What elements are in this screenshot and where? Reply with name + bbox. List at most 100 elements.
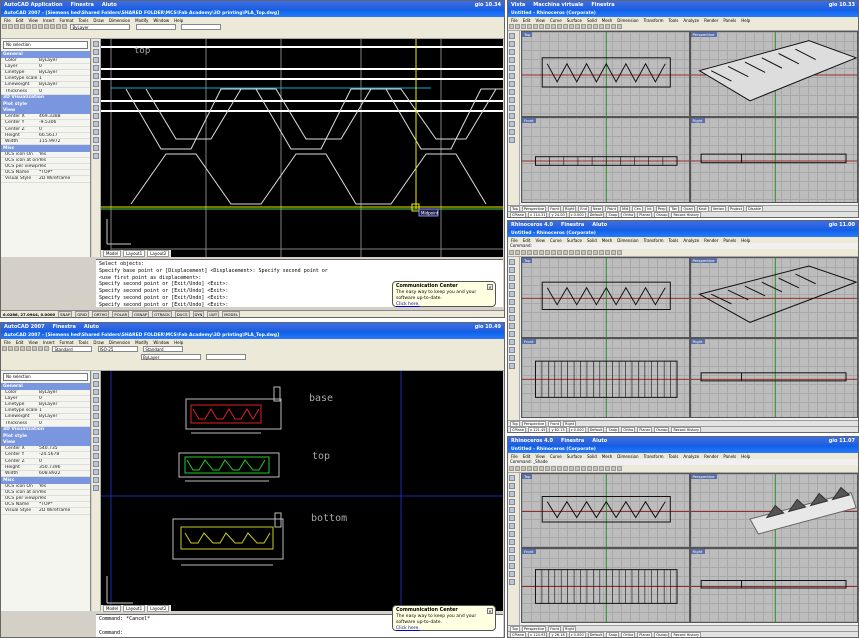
tool-icon[interactable] [509, 355, 515, 361]
menu-item-view[interactable]: View [28, 340, 38, 345]
menu-item-help[interactable]: Help [741, 454, 750, 459]
status-item[interactable]: z 0.000 [568, 426, 586, 432]
status-snap[interactable]: SNAP [58, 310, 73, 317]
menu-item-modify[interactable]: Modify [135, 340, 148, 345]
viewport-label[interactable]: Front [522, 549, 536, 554]
viewport-label[interactable]: Top [522, 474, 533, 479]
menu-item-edit[interactable]: Edit [523, 454, 531, 459]
status-osnap[interactable]: OSNAP [132, 310, 150, 317]
insert-icon[interactable] [93, 105, 99, 111]
polygon-icon[interactable] [93, 57, 99, 63]
balloon-link[interactable]: Click here. [396, 302, 420, 307]
menu-item-dimension[interactable]: Dimension [617, 238, 638, 243]
render-icon[interactable] [593, 466, 598, 471]
status-item[interactable]: Planar [637, 211, 653, 217]
shade-icon[interactable] [587, 250, 592, 255]
property-value[interactable]: 2D Wireframe [39, 176, 90, 181]
layout-tab-layout1[interactable]: Layout1 [123, 250, 146, 257]
pan-icon[interactable] [56, 24, 61, 29]
zoom-icon[interactable] [575, 250, 580, 255]
menu-item-curve[interactable]: Curve [550, 18, 562, 23]
tool-icon[interactable] [509, 539, 515, 545]
pan-icon[interactable] [563, 466, 568, 471]
help-menu[interactable]: Aiuto [84, 324, 99, 330]
menu-item-view[interactable]: View [535, 18, 545, 23]
print-icon[interactable] [20, 24, 25, 29]
zoom-icon[interactable] [62, 24, 67, 29]
status-item[interactable]: z 0.000 [568, 631, 586, 637]
menu2-menu[interactable]: Aiuto [592, 438, 607, 444]
text-icon[interactable] [93, 485, 99, 491]
new-icon[interactable] [509, 250, 514, 255]
menu-item-file[interactable]: File [4, 18, 11, 23]
tool-icon[interactable] [509, 49, 515, 55]
rectangle-icon[interactable] [93, 65, 99, 71]
line-icon[interactable] [93, 41, 99, 47]
status-polar[interactable]: POLAR [112, 310, 130, 317]
app-menu[interactable]: Rhinoceros 4.0 [511, 222, 553, 228]
property-value[interactable]: Yes [39, 152, 90, 157]
save-icon[interactable] [14, 24, 19, 29]
menu2-menu[interactable]: Aiuto [592, 222, 607, 228]
copy-icon[interactable] [539, 250, 544, 255]
viewport-perspective[interactable]: Perspective [689, 257, 858, 338]
paste-icon[interactable] [38, 24, 43, 29]
menu-item-tools[interactable]: Tools [668, 238, 678, 243]
cut-icon[interactable] [533, 250, 538, 255]
status-item[interactable]: CPlane [510, 631, 527, 637]
property-value[interactable]: 350.7396 [39, 465, 90, 470]
new-icon[interactable] [2, 346, 7, 351]
menu-item-view[interactable]: View [28, 18, 38, 23]
print-icon[interactable] [527, 250, 532, 255]
open-icon[interactable] [515, 250, 520, 255]
props-icon[interactable] [605, 24, 610, 29]
layout-tab-model[interactable]: Model [103, 250, 122, 257]
tool-icon[interactable] [509, 81, 515, 87]
viewport-label[interactable]: Perspective [690, 474, 717, 479]
tool-icon[interactable] [509, 507, 515, 513]
menu-item-dimension[interactable]: Dimension [109, 340, 130, 345]
tool-icon[interactable] [509, 339, 515, 345]
tool-icon[interactable] [509, 105, 515, 111]
menu3-menu[interactable]: Finestra [591, 2, 614, 8]
menu-item-file[interactable]: File [4, 340, 11, 345]
status-item[interactable]: x 114.31 [528, 211, 548, 217]
rotate-icon[interactable] [569, 466, 574, 471]
property-value[interactable]: ByLayer [39, 390, 90, 395]
undo-icon[interactable] [26, 346, 31, 351]
menu-item-surface[interactable]: Surface [567, 238, 582, 243]
status-ortho[interactable]: ORTHO [91, 310, 110, 317]
status-item[interactable]: Record History [671, 211, 702, 217]
tool-icon[interactable] [509, 491, 515, 497]
snap-icon[interactable] [617, 24, 622, 29]
viewport-label[interactable]: Perspective [690, 258, 717, 263]
menu1-menu[interactable]: Finestra [561, 222, 584, 228]
render-icon[interactable] [593, 24, 598, 29]
menu-item-dimension[interactable]: Dimension [109, 18, 130, 23]
redo-icon[interactable] [557, 466, 562, 471]
snap-icon[interactable] [617, 250, 622, 255]
tool-icon[interactable] [509, 73, 515, 79]
tool-icon[interactable] [509, 331, 515, 337]
tool-icon[interactable] [509, 97, 515, 103]
tool-icon[interactable] [509, 555, 515, 561]
tool-icon[interactable] [509, 65, 515, 71]
layer-icon[interactable] [599, 24, 604, 29]
property-value[interactable]: Yes [39, 484, 90, 489]
new-icon[interactable] [2, 24, 7, 29]
copy-icon[interactable] [539, 24, 544, 29]
status-item[interactable]: Record History [671, 631, 702, 637]
menu-item-window[interactable]: Window [153, 340, 169, 345]
ellipse-icon[interactable] [93, 97, 99, 103]
tool-icon[interactable] [509, 41, 515, 47]
hatch-icon[interactable] [93, 129, 99, 135]
polyline-icon[interactable] [93, 49, 99, 55]
status-item[interactable]: Ortho [621, 631, 636, 637]
zoom-extents-icon[interactable] [581, 250, 586, 255]
balloon-link[interactable]: Click here. [396, 626, 420, 631]
hatch-icon[interactable] [93, 461, 99, 467]
save-icon[interactable] [521, 24, 526, 29]
property-value[interactable]: 0 [39, 64, 90, 69]
property-value[interactable]: Yes [39, 496, 90, 501]
render-icon[interactable] [593, 250, 598, 255]
